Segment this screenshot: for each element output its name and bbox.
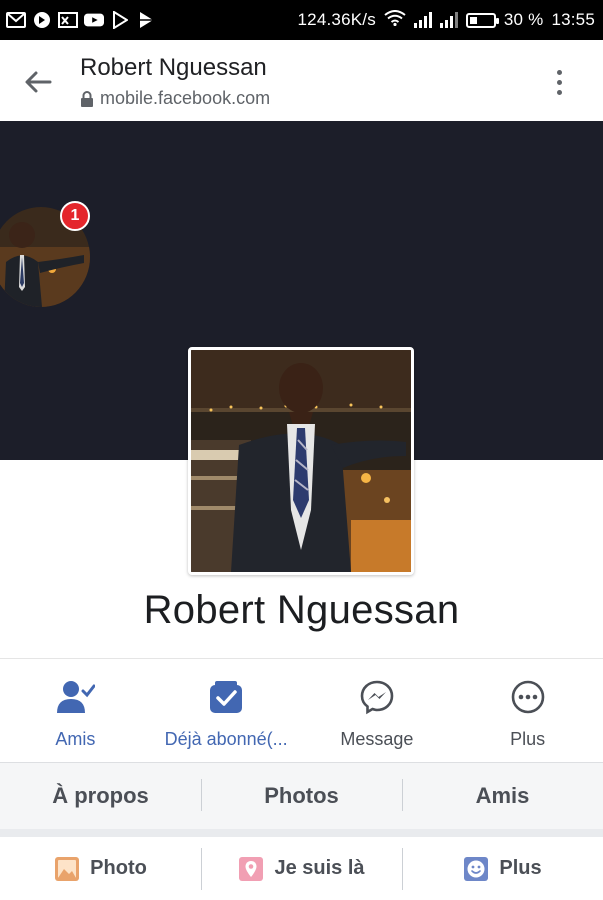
battery-percent: 30 %	[503, 10, 544, 29]
more-button[interactable]: Plus	[452, 659, 603, 761]
back-button[interactable]	[18, 62, 58, 102]
screen-cast-icon	[58, 11, 78, 29]
messenger-icon	[357, 677, 397, 717]
check-in-button[interactable]: Je suis là	[201, 847, 402, 890]
smiley-icon	[464, 856, 489, 881]
menu-dot	[556, 79, 562, 85]
status-right: 124.36K/s 30 % 13:55	[298, 9, 595, 31]
message-label: Message	[340, 729, 414, 749]
signal-icon	[439, 12, 458, 28]
url-text: mobile.facebook.com	[100, 88, 271, 108]
browser-toolbar: Robert Nguessan mobile.facebook.com	[0, 40, 603, 122]
tab-friends[interactable]: Amis	[402, 779, 603, 811]
menu-dot	[556, 89, 562, 95]
more-label: Plus	[510, 729, 546, 749]
message-button[interactable]: Message	[302, 659, 453, 761]
lock-icon	[81, 90, 93, 107]
photo-label: Photo	[90, 857, 147, 879]
section-divider	[0, 829, 603, 837]
more-icon	[508, 677, 548, 717]
friends-check-icon	[55, 677, 96, 717]
status-bar: 124.36K/s 30 % 13:55	[0, 0, 603, 40]
youtube-icon	[84, 11, 104, 29]
menu-dot	[556, 69, 562, 75]
subscribed-button[interactable]: Déjà abonné(...	[151, 659, 302, 761]
subscribed-icon	[206, 677, 246, 717]
friends-button[interactable]: Amis	[0, 659, 151, 761]
url-bar[interactable]: mobile.facebook.com	[80, 88, 270, 109]
friends-label: Amis	[55, 729, 96, 749]
battery-icon	[465, 12, 499, 28]
clock: 13:55	[551, 10, 595, 29]
more-composer-label: Plus	[499, 857, 542, 879]
cast-status-icon	[32, 11, 52, 29]
network-speed: 124.36K/s	[297, 10, 376, 29]
more-composer-button[interactable]: Plus	[402, 847, 603, 890]
subscribed-label: Déjà abonné(...	[164, 729, 288, 749]
profile-picture[interactable]	[188, 347, 414, 575]
gmail-icon	[6, 11, 26, 29]
check-in-icon	[239, 856, 264, 881]
status-icons	[6, 9, 156, 31]
tab-photos[interactable]: Photos	[201, 779, 402, 811]
profile-name: Robert Nguessan	[143, 588, 460, 632]
profile-tabs: À propos Photos Amis	[0, 762, 603, 830]
photo-icon	[55, 856, 80, 881]
photo-button[interactable]: Photo	[0, 856, 201, 882]
back-arrow-icon	[25, 71, 52, 93]
notification-badge: 1	[60, 201, 90, 231]
signal-icon	[413, 12, 432, 28]
overflow-menu-button[interactable]	[543, 62, 575, 102]
tab-about[interactable]: À propos	[0, 783, 201, 809]
check-in-label: Je suis là	[274, 857, 365, 879]
play-store-icon	[110, 11, 130, 29]
profile-actions: Amis Déjà abonné(... Message Plus	[0, 658, 603, 761]
play-store-icon	[136, 11, 156, 29]
page-title: Robert Nguessan	[80, 54, 267, 81]
post-composer-bar: Photo Je suis là Plus	[0, 837, 603, 900]
wifi-icon	[384, 9, 406, 31]
